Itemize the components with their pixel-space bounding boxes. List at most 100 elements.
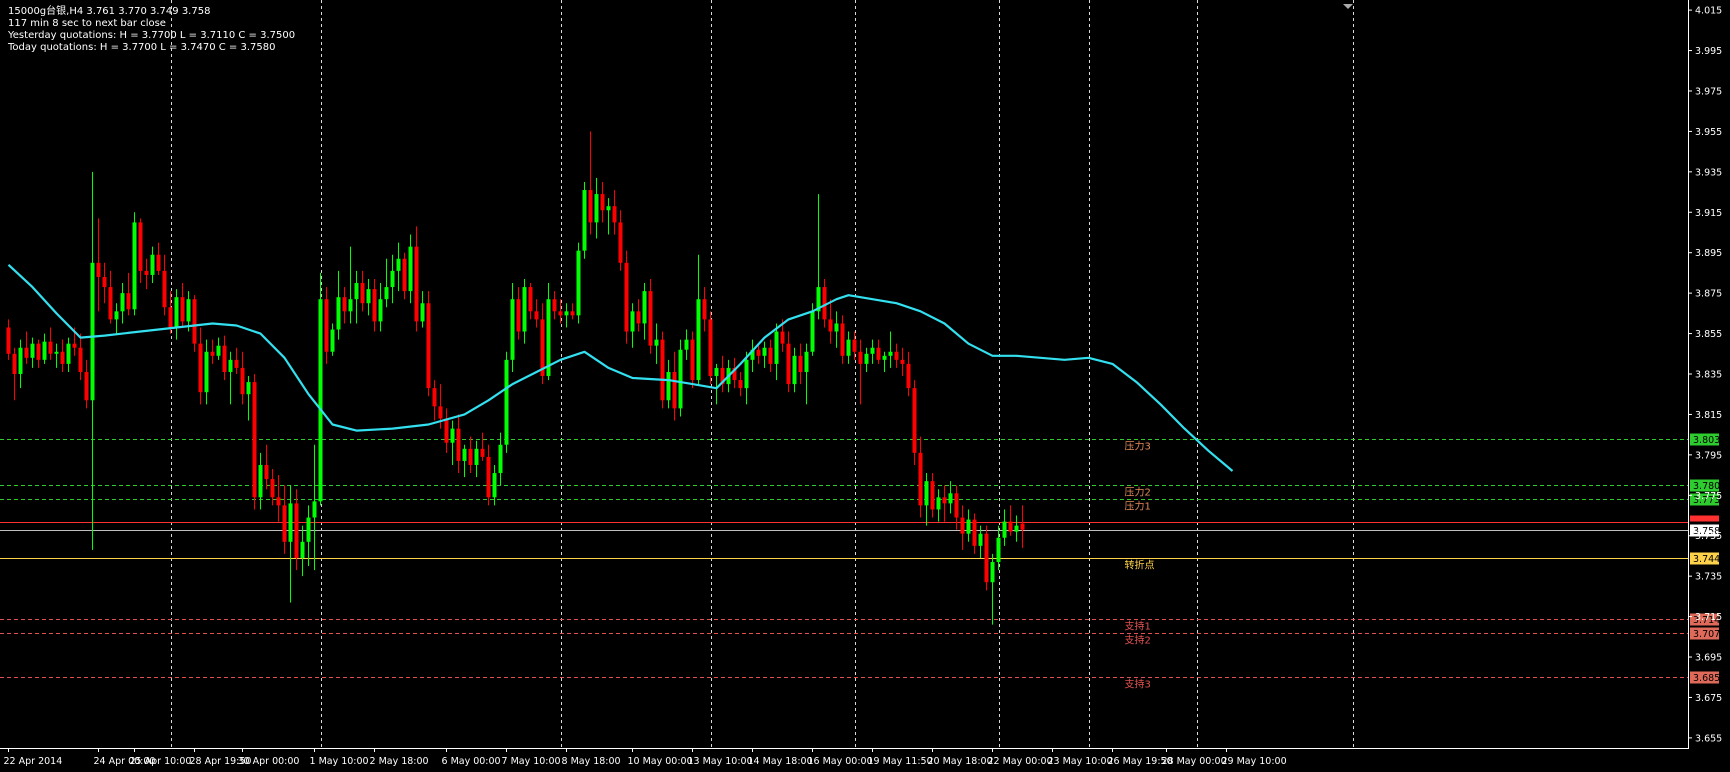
y-tick-label: 3.655 [1695, 733, 1722, 744]
candle-body [852, 339, 857, 352]
candle-body [444, 418, 449, 443]
candle-body [972, 519, 977, 546]
candle-body [372, 289, 377, 322]
candle-body [192, 299, 197, 344]
candle-body [846, 339, 851, 356]
candle-body [384, 287, 389, 300]
candle-body [324, 299, 329, 352]
candle-body [624, 262, 629, 332]
candle-body [480, 448, 485, 457]
level-label: 转折点 [1125, 559, 1155, 572]
y-tick-label: 3.915 [1695, 208, 1722, 219]
y-tick-label: 3.815 [1695, 410, 1722, 421]
candle-body [132, 222, 137, 310]
candle-body [54, 351, 59, 354]
candle[interactable] [984, 525, 989, 591]
candle-body [936, 497, 941, 510]
candle-body [564, 311, 569, 316]
candle-body [18, 347, 23, 374]
x-tick-label: 6 May 00:00 [442, 756, 501, 767]
candle-body [552, 299, 557, 312]
candle[interactable] [708, 311, 713, 385]
x-tick-label: 22 Apr 2014 [4, 756, 63, 767]
candle-body [198, 343, 203, 393]
candle-body [978, 533, 983, 546]
candle-body [492, 473, 497, 498]
candle-body [1014, 525, 1019, 532]
candle-body [906, 363, 911, 389]
candle-body [90, 262, 95, 401]
chart-background [0, 0, 1730, 772]
candle-body [216, 345, 221, 356]
x-tick-label: 19 May 11:50 [868, 756, 933, 767]
candle[interactable] [192, 295, 197, 352]
candle-body [414, 246, 419, 322]
candle-body [402, 258, 407, 292]
candle-body [282, 505, 287, 542]
candle-body [768, 347, 773, 364]
candle-body [786, 343, 791, 385]
info-line-symbol: 15000g台银,H4 3.761 3.770 3.749 3.758 [8, 4, 210, 17]
candle[interactable] [582, 181, 587, 259]
candle-body [366, 289, 371, 304]
x-tick-label: 2 May 18:00 [370, 756, 429, 767]
level-label: 支持1 [1125, 620, 1151, 633]
candle-body [168, 307, 173, 328]
y-tick-label: 3.895 [1695, 248, 1722, 259]
candle[interactable] [426, 291, 431, 397]
candle[interactable] [912, 380, 917, 465]
candle-body [954, 493, 959, 518]
candle-body [126, 293, 131, 310]
level-price-tag-text: 3.744 [1693, 554, 1720, 565]
candle-body [6, 327, 11, 354]
candle-body [426, 303, 431, 389]
candle-body [24, 347, 29, 358]
candle-body [948, 493, 953, 504]
info-line-today: Today quotations: H = 3.7700 L = 3.7470 … [7, 42, 275, 53]
candle-body [684, 339, 689, 350]
candle[interactable] [318, 272, 323, 506]
candle-body [822, 287, 827, 320]
candle-body [528, 287, 533, 312]
x-tick-label: 8 May 18:00 [562, 756, 621, 767]
y-tick-label: 3.735 [1695, 572, 1722, 583]
y-tick-label: 3.875 [1695, 289, 1722, 300]
candle-body [498, 444, 503, 474]
candle[interactable] [576, 242, 581, 324]
candle-body [996, 537, 1001, 563]
price-chart[interactable]: 压力33.803压力23.780压力13.773转折点3.744支持13.714… [0, 0, 1730, 772]
candle-body [264, 464, 269, 480]
candle[interactable] [690, 331, 695, 389]
candle-body [858, 351, 863, 364]
x-tick-label: 29 May 10:00 [1222, 756, 1287, 767]
x-tick-label: 1 May 10:00 [310, 756, 369, 767]
x-tick-label: 16 May 00:00 [808, 756, 873, 767]
candle[interactable] [660, 331, 665, 409]
candle-body [486, 456, 491, 498]
candle-body [690, 339, 695, 381]
candle-body [450, 428, 455, 443]
candle-body [696, 299, 701, 381]
candle[interactable] [252, 374, 257, 510]
candle-body [654, 339, 659, 346]
candle[interactable] [504, 351, 509, 453]
candle-body [120, 293, 125, 312]
candle-body [438, 406, 443, 419]
candle-body [228, 359, 233, 372]
candle-body [246, 382, 251, 395]
info-line-countdown: 117 min 8 sec to next bar close [8, 18, 166, 29]
x-tick-label: 7 May 10:00 [502, 756, 561, 767]
candle-body [240, 367, 245, 395]
candle-body [510, 299, 515, 360]
candle-body [378, 299, 383, 322]
candle[interactable] [678, 339, 683, 417]
candle-body [882, 355, 887, 360]
candle[interactable] [132, 212, 137, 316]
y-tick-label: 3.755 [1695, 531, 1722, 542]
candle[interactable] [624, 250, 629, 344]
candle-body [390, 270, 395, 288]
candle-body [234, 359, 239, 368]
candle-body [462, 448, 467, 461]
candle-body [924, 481, 929, 506]
candle-body [714, 367, 719, 377]
